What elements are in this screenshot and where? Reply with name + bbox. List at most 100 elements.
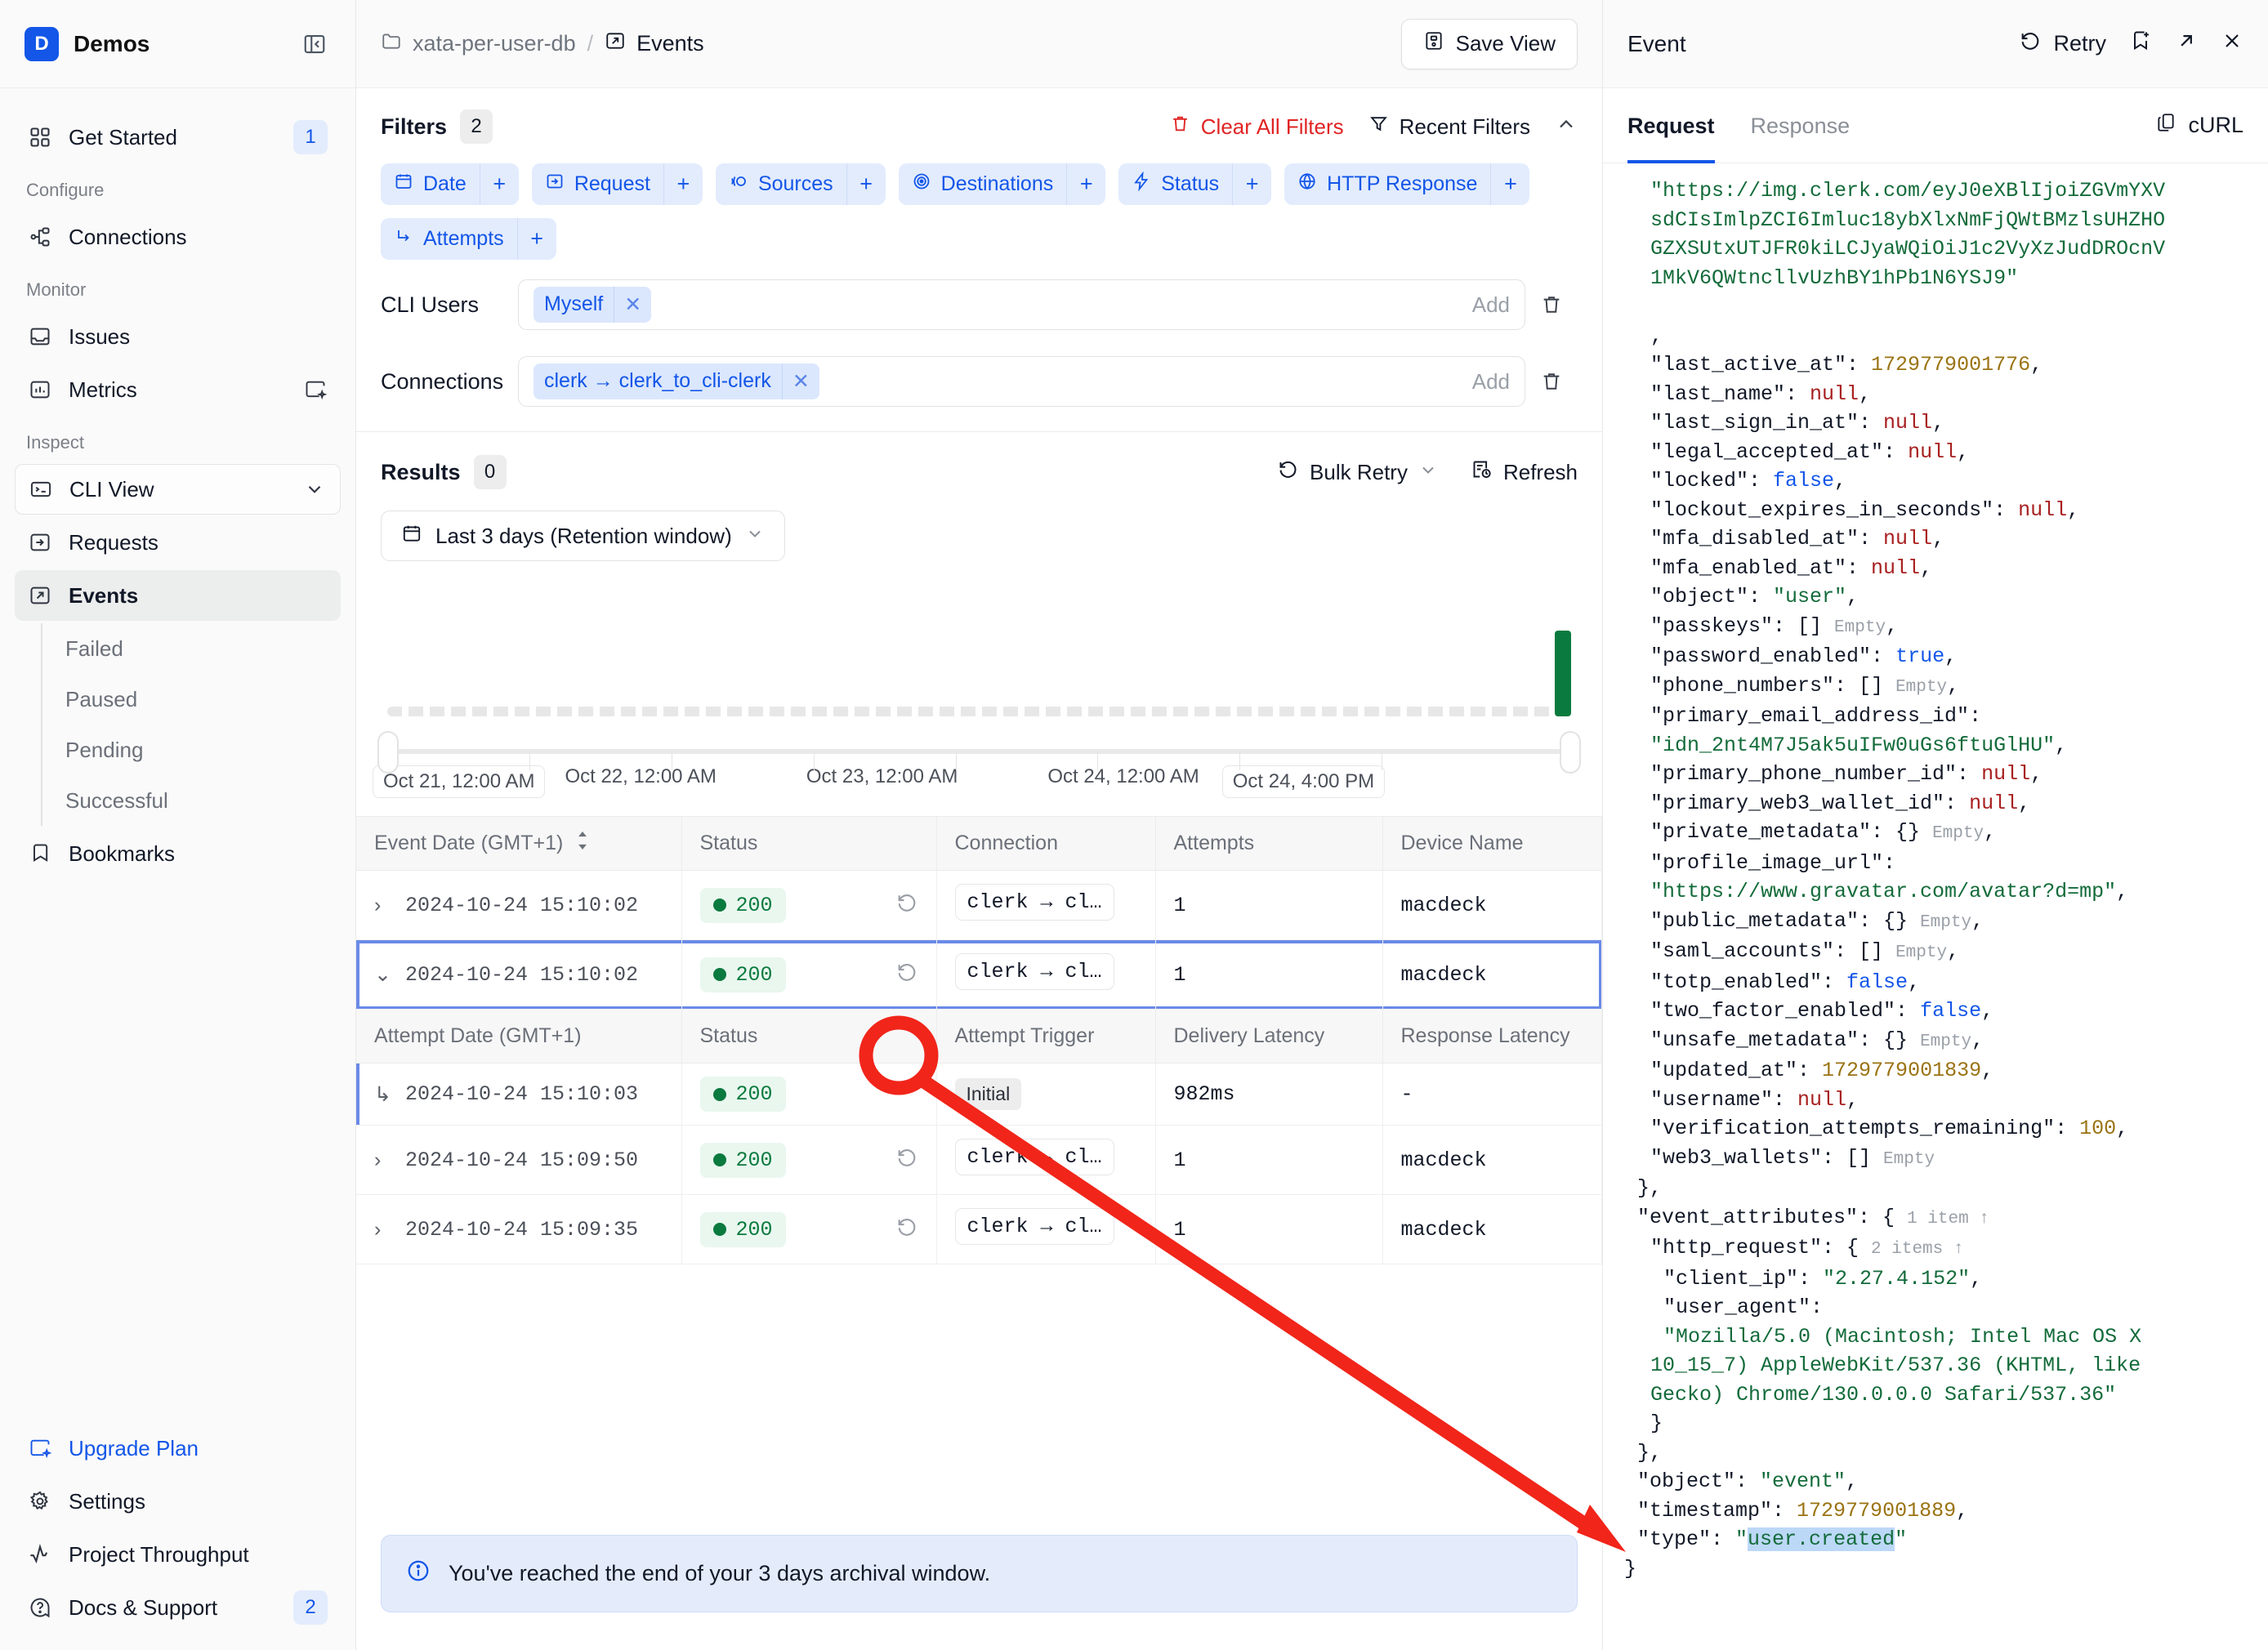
save-view-button[interactable]: Save View xyxy=(1400,18,1578,69)
expand-row-icon[interactable]: › xyxy=(374,1148,389,1172)
bookmark-add-icon[interactable] xyxy=(2129,29,2152,58)
collapse-row-icon[interactable]: ⌄ xyxy=(374,962,391,987)
cli-users-add-button[interactable]: Add xyxy=(1472,292,1510,318)
remove-token-icon[interactable]: ✕ xyxy=(614,287,651,323)
sidebar-item-events-successful[interactable]: Successful xyxy=(42,775,341,826)
retry-icon[interactable] xyxy=(895,891,918,920)
remove-token-icon[interactable]: ✕ xyxy=(781,363,819,399)
copy-curl-button[interactable]: cURL xyxy=(2155,112,2243,139)
sort-updown-icon[interactable] xyxy=(576,832,589,855)
cli-users-input[interactable]: Myself ✕ Add xyxy=(518,279,1525,330)
col-connection[interactable]: Connection xyxy=(936,816,1156,871)
sparkle-card-icon[interactable] xyxy=(303,377,328,402)
date-range-select[interactable]: Last 3 days (Retention window) xyxy=(381,511,785,561)
connection-pill[interactable]: clerk → cl… xyxy=(954,953,1114,990)
table-row[interactable]: › 2024-10-24 15:09:35 200 clerk → cl… 1 m… xyxy=(356,1194,1602,1264)
connections-add-button[interactable]: Add xyxy=(1472,369,1510,395)
connection-pill[interactable]: clerk → cl… xyxy=(954,884,1114,921)
table-row[interactable]: ⌄ 2024-10-24 15:10:02 200 clerk → cl… 1 m… xyxy=(356,939,1602,1010)
col-status[interactable]: Status xyxy=(681,816,937,871)
sidebar-item-bookmarks[interactable]: Bookmarks xyxy=(15,828,341,879)
status-code: 200 xyxy=(735,1148,773,1172)
filter-chip-date[interactable]: Date + xyxy=(381,163,519,205)
filter-chip-add[interactable]: + xyxy=(1066,163,1105,205)
code-line-0: "https://img.clerk.com/eyJ0eXBlIjoiZGVmY… xyxy=(1650,179,2166,203)
breadcrumb-separator: / xyxy=(587,31,594,56)
delete-cli-users-filter-button[interactable] xyxy=(1525,293,1578,316)
connection-pill[interactable]: clerk → cl… xyxy=(954,1139,1114,1175)
col-event-date[interactable]: Event Date (GMT+1) xyxy=(356,816,682,871)
filter-chip-status[interactable]: Status + xyxy=(1118,163,1272,205)
sidebar-item-events-paused[interactable]: Paused xyxy=(42,674,341,725)
filter-chip-attempts[interactable]: Attempts + xyxy=(381,218,556,260)
sidebar-item-label: CLI View xyxy=(69,476,154,502)
filter-token-myself[interactable]: Myself ✕ xyxy=(534,287,652,323)
sidebar-item-connections[interactable]: Connections xyxy=(15,212,341,262)
sidebar-item-upgrade-plan[interactable]: Upgrade Plan xyxy=(15,1423,341,1474)
filter-chip-http-response[interactable]: HTTP Response + xyxy=(1284,163,1530,205)
refresh-button[interactable]: Refresh xyxy=(1471,458,1578,486)
chart-bar-latest[interactable] xyxy=(1555,631,1571,716)
attempt-row[interactable]: ↳ 2024-10-24 15:10:03 200 Initial 982ms - xyxy=(356,1063,1602,1126)
sidebar-item-issues[interactable]: Issues xyxy=(15,311,341,362)
sidebar-item-settings[interactable]: Settings xyxy=(15,1476,341,1527)
filter-chip-add[interactable]: + xyxy=(663,163,703,205)
close-icon[interactable] xyxy=(2221,29,2243,58)
col-device-name[interactable]: Device Name xyxy=(1382,816,1602,871)
chart-range-slider[interactable] xyxy=(377,731,1581,774)
sidebar-item-metrics[interactable]: Metrics xyxy=(15,364,341,415)
filter-chip-sources[interactable]: Sources + xyxy=(715,163,886,205)
recent-filters-button[interactable]: Recent Filters xyxy=(1368,114,1530,140)
col-attempts[interactable]: Attempts xyxy=(1155,816,1383,871)
filter-chip-add[interactable]: + xyxy=(846,163,886,205)
connection-pill[interactable]: clerk → cl… xyxy=(954,1208,1114,1245)
filter-token-connection[interactable]: clerk → clerk_to_cli-clerk ✕ xyxy=(534,363,819,399)
chevron-up-icon[interactable] xyxy=(1555,113,1578,141)
arrow-out-box-icon xyxy=(605,30,626,57)
retry-icon[interactable] xyxy=(895,1215,918,1244)
sidebar-item-project-throughput[interactable]: Project Throughput xyxy=(15,1529,341,1580)
filter-chip-add[interactable]: + xyxy=(479,163,519,205)
retry-icon[interactable] xyxy=(895,1146,918,1175)
tab-response[interactable]: Response xyxy=(1751,88,1851,163)
sidebar-item-events[interactable]: Events xyxy=(15,570,341,621)
retry-button[interactable]: Retry xyxy=(2019,29,2106,58)
filter-chip-add[interactable]: + xyxy=(516,218,556,260)
filter-chip-request[interactable]: Request + xyxy=(531,163,703,205)
event-date: 2024-10-24 15:10:02 xyxy=(405,893,639,917)
sidebar-item-cli-view[interactable]: CLI View xyxy=(15,464,341,515)
chevron-down-icon[interactable] xyxy=(302,477,327,502)
table-row[interactable]: › 2024-10-24 15:09:50 200 clerk → cl… 1 m… xyxy=(356,1125,1602,1195)
filter-chip-add[interactable]: + xyxy=(1490,163,1529,205)
sidebar-item-docs-support[interactable]: Docs & Support 2 xyxy=(15,1582,341,1633)
sidebar-item-requests[interactable]: Requests xyxy=(15,517,341,568)
sidebar-org-header[interactable]: D Demos xyxy=(0,0,355,88)
bulk-retry-button[interactable]: Bulk Retry xyxy=(1277,458,1438,486)
expand-row-icon[interactable]: › xyxy=(374,894,389,917)
tab-request[interactable]: Request xyxy=(1627,88,1715,163)
sidebar-item-events-failed[interactable]: Failed xyxy=(42,623,341,674)
sidebar-item-events-pending[interactable]: Pending xyxy=(42,725,341,775)
sidebar-item-label: Get Started xyxy=(69,124,177,149)
expand-row-icon[interactable]: › xyxy=(374,1218,389,1242)
retry-icon-on-selected-row[interactable] xyxy=(895,961,918,989)
panel-collapse-icon[interactable] xyxy=(298,28,331,60)
delete-connections-filter-button[interactable] xyxy=(1525,370,1578,393)
slider-handle-left[interactable] xyxy=(377,731,399,774)
sidebar-item-get-started[interactable]: Get Started 1 xyxy=(15,112,341,163)
table-row[interactable]: › 2024-10-24 15:10:02 200 clerk → cl… 1 m… xyxy=(356,870,1602,940)
connections-input[interactable]: clerk → clerk_to_cli-clerk ✕ Add xyxy=(518,356,1525,407)
open-external-icon[interactable] xyxy=(2175,29,2198,58)
calendar-icon xyxy=(401,523,422,550)
filter-chips: Date + Request + Sources + Destinations + St… xyxy=(356,152,1602,266)
bolt-icon xyxy=(1132,171,1151,197)
filter-chip-destinations[interactable]: Destinations + xyxy=(898,163,1106,205)
event-payload-viewer[interactable]: "https://img.clerk.com/eyJ0eXBlIjoiZGVmY… xyxy=(1603,163,2268,1650)
chevron-down-icon[interactable] xyxy=(1418,460,1438,485)
breadcrumb-project[interactable]: xata-per-user-db xyxy=(381,30,576,57)
clear-all-filters-button[interactable]: Clear All Filters xyxy=(1170,114,1344,140)
sidebar-section-configure: Configure xyxy=(26,180,105,200)
slider-handle-right[interactable] xyxy=(1560,731,1581,774)
filter-chip-add[interactable]: + xyxy=(1232,163,1271,205)
chart-axis-labels: Oct 21, 12:00 AM Oct 22, 12:00 AM Oct 23… xyxy=(373,765,1586,798)
